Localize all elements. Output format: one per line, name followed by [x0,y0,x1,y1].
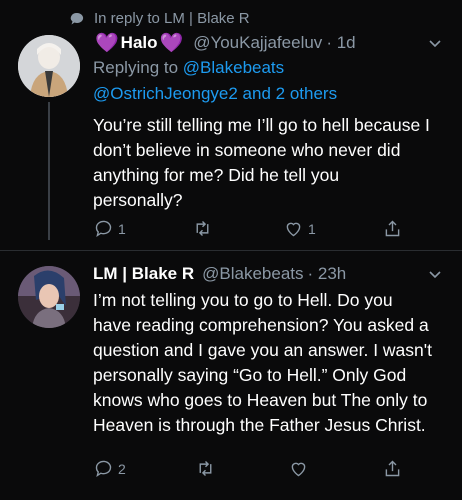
display-name-text: Halo [120,33,158,52]
like-button[interactable] [288,458,313,479]
replying-to: Replying to @Blakebeats @OstrichJeongye2… [93,55,433,107]
tweet[interactable]: LM | Blake R @Blakebeats · 23h I’m not t… [93,262,441,438]
chevron-down-icon[interactable] [427,266,443,282]
timestamp[interactable]: · 1d [326,33,355,53]
purple-heart-icon: 💜 [159,33,184,54]
retweet-button[interactable] [192,218,217,239]
timestamp[interactable]: · 23h [308,264,347,284]
tweet-text: I’m not telling you to go to Hell. Do yo… [93,290,432,435]
like-count: 1 [308,220,316,237]
heart-icon [291,462,306,477]
tweet-text: You’re still telling me I’ll go to hell … [93,115,430,210]
reply-icon [95,220,112,238]
mention-link[interactable]: @OstrichJeongye2 [93,84,238,103]
share-button[interactable] [382,218,403,239]
reply-button[interactable]: 1 [93,218,126,239]
avatar[interactable] [18,266,80,328]
like-button[interactable]: 1 [283,218,316,239]
thread-line [48,102,50,240]
reply-count: 2 [118,460,126,477]
reply-count: 1 [118,220,126,237]
reply-icon [95,460,112,478]
mention-link[interactable]: @Blakebeats [183,58,284,77]
display-name[interactable]: LM | Blake R [93,264,194,284]
replying-to-label: Replying to [93,58,183,77]
retweet-icon [199,461,211,476]
retweet-button[interactable] [195,458,220,479]
purple-heart-icon: 💜 [95,33,119,54]
tweet[interactable]: 💜 Halo 💜 @YouKajjafeeluv · 1d Replying t… [93,31,441,213]
share-icon [385,220,400,237]
chevron-down-icon[interactable] [427,35,443,51]
divider [0,250,462,251]
tweet-actions: 1 1 [93,218,403,239]
retweet-icon [196,221,209,236]
reply-button[interactable]: 2 [93,458,126,479]
reply-context: In reply to LM | Blake R [70,10,250,27]
avatar[interactable] [18,35,80,97]
speech-bubble-icon [70,12,84,24]
others-link[interactable]: and 2 others [238,84,338,103]
share-icon [385,460,400,477]
user-handle[interactable]: @YouKajjafeeluv [193,33,322,53]
heart-icon [286,222,301,237]
user-handle[interactable]: @Blakebeats [202,264,303,284]
reply-context-text[interactable]: In reply to LM | Blake R [94,10,250,27]
display-name[interactable]: 💜 Halo 💜 [93,31,185,55]
share-button[interactable] [382,458,403,479]
tweet-actions: 2 [93,458,403,479]
